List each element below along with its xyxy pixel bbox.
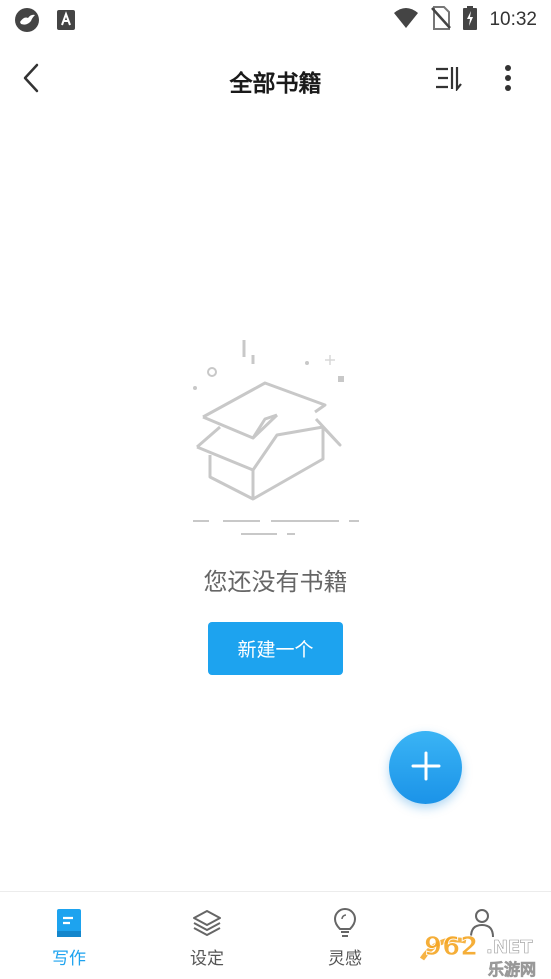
screen: 10:32 全部书籍 您还没有书籍 新建一个 写作 设定 灵感 962 .NET… xyxy=(0,0,551,979)
svg-text:962: 962 xyxy=(424,932,478,962)
empty-message: 您还没有书籍 xyxy=(203,568,348,596)
book-icon xyxy=(54,908,84,938)
more-vertical-icon xyxy=(504,64,512,96)
nav-label-settings: 设定 xyxy=(190,949,224,969)
wifi-icon xyxy=(393,7,419,33)
svg-text:乐游网: 乐游网 xyxy=(488,960,536,979)
plus-icon xyxy=(411,751,441,785)
watermark-logo: 962 .NET 乐游网 xyxy=(418,925,551,979)
page-title: 全部书籍 xyxy=(229,71,322,97)
nav-label-inspiration: 灵感 xyxy=(328,949,362,969)
sort-button[interactable] xyxy=(430,62,466,98)
open-box-icon xyxy=(185,335,365,540)
svg-text:.NET: .NET xyxy=(486,937,533,958)
sort-icon xyxy=(434,65,462,95)
app-bar: 全部书籍 xyxy=(0,50,551,112)
status-left xyxy=(14,7,76,37)
nav-item-settings[interactable]: 设定 xyxy=(138,892,276,979)
no-sim-icon xyxy=(431,6,452,34)
status-bar: 10:32 xyxy=(0,0,551,38)
status-time: 10:32 xyxy=(489,9,537,30)
nav-item-inspiration[interactable]: 灵感 xyxy=(276,892,414,979)
more-button[interactable] xyxy=(490,62,526,98)
a-badge-icon xyxy=(56,9,76,35)
status-right: 10:32 xyxy=(393,6,537,34)
nav-item-writing[interactable]: 写作 xyxy=(0,892,138,979)
layers-icon xyxy=(192,908,222,938)
lightbulb-icon xyxy=(330,908,360,938)
bird-logo-icon xyxy=(14,7,40,37)
create-book-button[interactable]: 新建一个 xyxy=(208,622,343,675)
battery-charging-icon xyxy=(463,6,478,34)
nav-label-writing: 写作 xyxy=(52,949,86,969)
add-fab-button[interactable] xyxy=(389,731,462,804)
